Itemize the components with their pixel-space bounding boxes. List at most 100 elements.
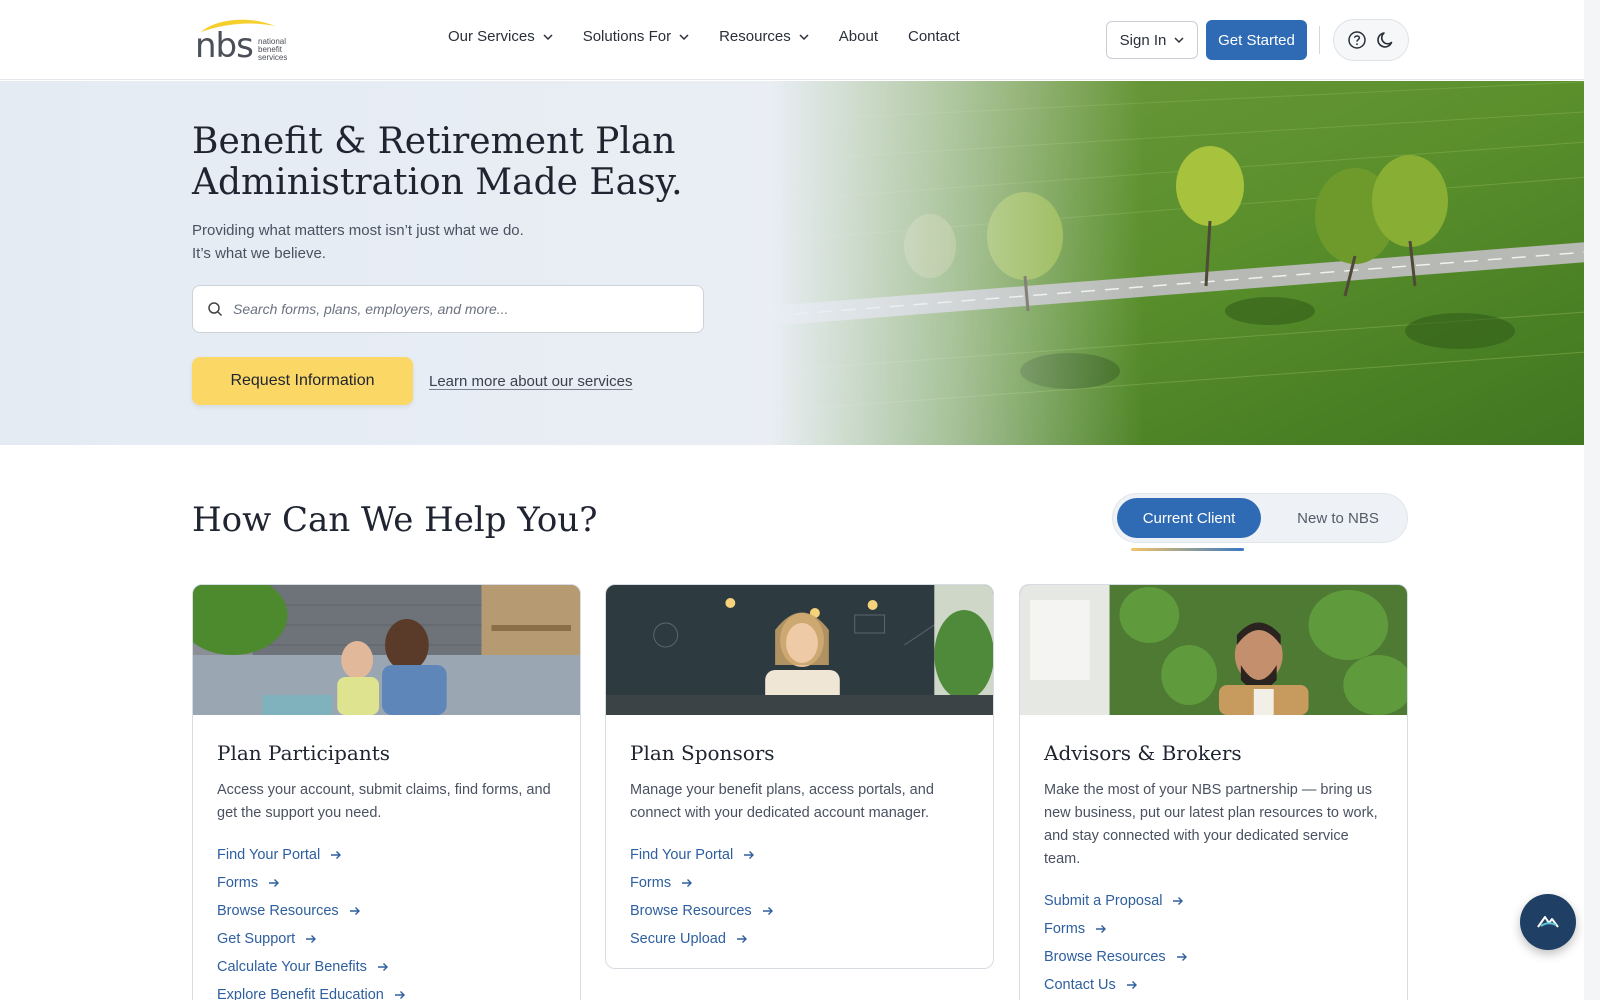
arrow-right-icon: [1126, 981, 1137, 989]
card-title: Plan Sponsors: [630, 741, 775, 765]
logo-letters: nbs: [195, 26, 254, 66]
logo-tagline: national benefit services: [258, 38, 287, 62]
assistant-chat-button[interactable]: [1520, 894, 1576, 950]
nav-contact[interactable]: Contact: [908, 28, 960, 45]
link-submit-a-proposal[interactable]: Submit a Proposal: [1044, 887, 1383, 915]
advisor-photo: [1020, 585, 1407, 715]
search-icon: [208, 302, 223, 317]
link-forms[interactable]: Forms: [217, 869, 556, 897]
nav-our-services[interactable]: Our Services: [448, 28, 553, 45]
link-explore-benefit-education[interactable]: Explore Benefit Education: [217, 981, 556, 1000]
logo-tagline-line: services: [258, 53, 288, 62]
link-browse-resources[interactable]: Browse Resources: [217, 897, 556, 925]
link-label: Find Your Portal: [217, 847, 321, 863]
arrow-right-icon: [736, 935, 747, 943]
link-find-your-portal[interactable]: Find Your Portal: [217, 841, 556, 869]
arrow-right-icon: [269, 879, 280, 887]
link-label: Contact Us: [1044, 977, 1116, 993]
assistant-logo-icon: [1537, 916, 1559, 928]
chevron-down-icon: [543, 33, 553, 40]
link-label: Forms: [1044, 921, 1086, 937]
link-label: Submit a Proposal: [1044, 893, 1163, 909]
hero-subtitle: Providing what matters most isn’t just w…: [192, 219, 524, 265]
toggle-active-indicator: [1131, 548, 1244, 551]
link-browse-resources[interactable]: Browse Resources: [630, 897, 969, 925]
help-section-title: How Can We Help You?: [192, 500, 598, 540]
arrow-right-icon: [744, 851, 755, 859]
nbs-logo[interactable]: nbs national benefit services: [195, 16, 305, 66]
card-links: Submit a Proposal Forms Browse Resources…: [1044, 887, 1383, 999]
link-secure-upload[interactable]: Secure Upload: [630, 925, 969, 953]
link-label: Calculate Your Benefits: [217, 959, 367, 975]
card-links: Find Your Portal Forms Browse Resources …: [630, 841, 969, 953]
link-label: Explore Benefit Education: [217, 987, 384, 1000]
arrow-right-icon: [331, 851, 342, 859]
toggle-current-client[interactable]: Current Client: [1117, 498, 1261, 538]
card-title: Advisors & Brokers: [1044, 741, 1242, 765]
search-box: [192, 285, 704, 333]
nav-about[interactable]: About: [839, 28, 878, 45]
arrow-right-icon: [762, 907, 773, 915]
link-label: Forms: [630, 875, 672, 891]
sign-in-label: Sign In: [1119, 31, 1167, 49]
link-forms[interactable]: Forms: [630, 869, 969, 897]
help-icon[interactable]: [1347, 30, 1367, 50]
site-header: nbs national benefit services Our Servic…: [0, 0, 1600, 80]
nav-item-label: Contact: [907, 28, 960, 45]
link-forms[interactable]: Forms: [1044, 915, 1383, 943]
toggle-new-to-nbs[interactable]: New to NBS: [1273, 498, 1403, 538]
hero-landscape-image: [770, 81, 1600, 445]
hero-subtitle-line: Providing what matters most isn’t just w…: [192, 222, 524, 239]
header-divider: [1319, 26, 1320, 54]
chevron-down-icon: [799, 33, 809, 40]
hero-section: Benefit & Retirement Plan Administration…: [0, 81, 1600, 445]
card-plan-sponsors: Plan Sponsors Manage your benefit plans,…: [605, 584, 994, 969]
get-started-button[interactable]: Get Started: [1206, 20, 1307, 60]
chevron-down-icon: [1174, 37, 1184, 44]
sign-in-button[interactable]: Sign In: [1106, 21, 1198, 59]
nav-item-label: Solutions For: [582, 28, 672, 45]
nav-solutions-for[interactable]: Solutions For: [583, 28, 689, 45]
link-label: Get Support: [217, 931, 296, 947]
arrow-right-icon: [1173, 897, 1184, 905]
search-input[interactable]: [233, 301, 673, 317]
link-calculate-your-benefits[interactable]: Calculate Your Benefits: [217, 953, 556, 981]
arrow-right-icon: [394, 991, 405, 999]
card-title: Plan Participants: [217, 741, 390, 765]
arrow-right-icon: [306, 935, 317, 943]
moon-icon[interactable]: [1376, 30, 1396, 50]
arrow-right-icon: [349, 907, 360, 915]
link-label: Browse Resources: [217, 903, 339, 919]
link-label: Browse Resources: [630, 903, 752, 919]
nav-item-label: Our Services: [448, 28, 535, 45]
card-description: Make the most of your NBS partnership — …: [1044, 782, 1378, 867]
link-label: Forms: [217, 875, 259, 891]
utility-icons: [1333, 19, 1409, 61]
learn-more-link[interactable]: Learn more about our services: [429, 373, 632, 390]
link-label: Browse Resources: [1044, 949, 1166, 965]
card-description: Access your account, submit claims, find…: [217, 782, 551, 821]
link-label: Find Your Portal: [630, 847, 734, 863]
nav-item-label: About: [838, 28, 878, 45]
card-plan-participants: Plan Participants Access your account, s…: [192, 584, 581, 1000]
link-label: Secure Upload: [630, 931, 726, 947]
card-links: Find Your Portal Forms Browse Resources …: [217, 841, 556, 1000]
link-get-support[interactable]: Get Support: [217, 925, 556, 953]
arrow-right-icon: [377, 963, 388, 971]
request-information-button[interactable]: Request Information: [192, 357, 413, 405]
nav-item-label: Resources: [719, 28, 791, 45]
card-description: Manage your benefit plans, access portal…: [630, 782, 934, 821]
card-advisors-brokers: Advisors & Brokers Make the most of your…: [1019, 584, 1408, 1000]
link-find-your-portal[interactable]: Find Your Portal: [630, 841, 969, 869]
main-nav: Our Services Solutions For Resources Abo…: [448, 28, 990, 45]
client-type-toggle: Current Client New to NBS: [1112, 493, 1408, 543]
arrow-right-icon: [1176, 953, 1187, 961]
arrow-right-icon: [1096, 925, 1107, 933]
hero-subtitle-line: It’s what we believe.: [192, 245, 326, 262]
link-contact-us[interactable]: Contact Us: [1044, 971, 1383, 999]
page-scrollbar[interactable]: [1584, 0, 1600, 1000]
nav-resources[interactable]: Resources: [719, 28, 809, 45]
hero-title: Benefit & Retirement Plan Administration…: [192, 121, 683, 203]
link-browse-resources[interactable]: Browse Resources: [1044, 943, 1383, 971]
office-photo: [606, 585, 993, 715]
